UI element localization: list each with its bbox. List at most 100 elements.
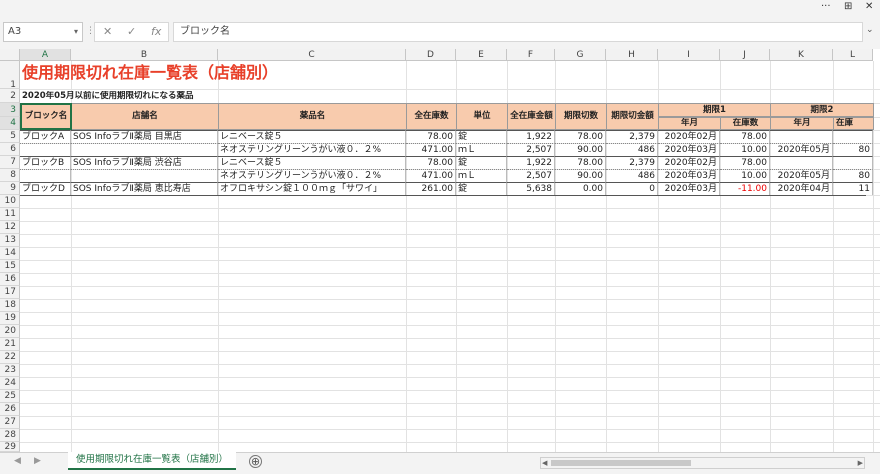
cell-store[interactable]: SOS InfoラブⅡ薬局 渋谷店 [71, 156, 218, 169]
cell-exp-qty[interactable]: 78.00 [555, 130, 606, 143]
cell-drug[interactable]: レニベース錠５ [218, 156, 406, 169]
cell-drug[interactable]: ネオステリングリーンうがい液０．２% [218, 143, 406, 156]
cell-amount[interactable]: 2,507 [507, 143, 555, 156]
cell-amount[interactable]: 1,922 [507, 156, 555, 169]
restore-window-button[interactable]: ⊞ [844, 0, 852, 14]
row-header-20[interactable]: 20 [0, 325, 20, 338]
row-header-7[interactable]: 7 [0, 156, 20, 169]
row-header-3[interactable]: 3 [0, 103, 20, 117]
cell-total[interactable]: 261.00 [406, 182, 456, 195]
cell-store[interactable]: SOS InfoラブⅡ薬局 目黒店 [71, 130, 218, 143]
cell-p2-stock[interactable]: 80 [833, 169, 873, 182]
column-header-j[interactable]: J [720, 49, 770, 61]
row-header-23[interactable]: 23 [0, 364, 20, 377]
add-sheet-icon[interactable]: ⊕ [249, 455, 262, 468]
row-header-11[interactable]: 11 [0, 208, 20, 221]
formula-input[interactable]: ブロック名 [173, 22, 863, 42]
row-header-2[interactable]: 2 [0, 89, 20, 103]
horizontal-scrollbar[interactable]: ◀ ▶ [540, 457, 865, 469]
row-header-12[interactable]: 12 [0, 221, 20, 234]
cell-unit[interactable]: ｍＬ [456, 143, 507, 156]
cell-amount[interactable]: 5,638 [507, 182, 555, 195]
cell-total[interactable]: 78.00 [406, 156, 456, 169]
column-header-g[interactable]: G [555, 49, 606, 61]
column-header-c[interactable]: C [218, 49, 406, 61]
cancel-edit-icon[interactable]: ✕ [103, 23, 112, 41]
cell-p2-stock[interactable] [833, 156, 873, 169]
row-header-24[interactable]: 24 [0, 377, 20, 390]
cell-exp-amt[interactable]: 486 [606, 143, 658, 156]
scrollbar-thumb[interactable] [551, 460, 691, 466]
scroll-left-arrow-icon[interactable]: ◀ [542, 458, 547, 468]
cell-exp-amt[interactable]: 486 [606, 169, 658, 182]
row-header-21[interactable]: 21 [0, 338, 20, 351]
row-header-28[interactable]: 28 [0, 429, 20, 442]
cell-p1-stock[interactable]: 10.00 [720, 143, 770, 156]
cell-p1-stock[interactable]: -11.00 [720, 182, 770, 195]
row-header-9[interactable]: 9 [0, 182, 20, 195]
cell-p2-ym[interactable]: 2020年04月 [770, 182, 833, 195]
row-header-27[interactable]: 27 [0, 416, 20, 429]
row-header-16[interactable]: 16 [0, 273, 20, 286]
cell-p1-ym[interactable]: 2020年03月 [658, 182, 720, 195]
cell-exp-qty[interactable]: 0.00 [555, 182, 606, 195]
sheet-tab-active[interactable]: 使用期限切れ在庫一覧表（店舗別） [68, 452, 237, 470]
column-header-k[interactable]: K [770, 49, 833, 61]
cell-unit[interactable]: 錠 [456, 156, 507, 169]
column-header-e[interactable]: E [456, 49, 507, 61]
cell-p2-ym[interactable] [770, 156, 833, 169]
row-header-19[interactable]: 19 [0, 312, 20, 325]
cell-store[interactable] [71, 169, 218, 182]
cell-p1-stock[interactable]: 78.00 [720, 156, 770, 169]
cell-p2-ym[interactable] [770, 130, 833, 143]
row-header-29[interactable]: 29 [0, 442, 20, 452]
column-header-f[interactable]: F [507, 49, 555, 61]
row-header-22[interactable]: 22 [0, 351, 20, 364]
cell-exp-qty[interactable]: 78.00 [555, 156, 606, 169]
row-header-8[interactable]: 8 [0, 169, 20, 182]
cell-amount[interactable]: 1,922 [507, 130, 555, 143]
cell-exp-amt[interactable]: 0 [606, 182, 658, 195]
row-header-5[interactable]: 5 [0, 130, 20, 143]
cell-drug[interactable]: オフロキサシン錠１００ｍｇ「サワイ」 [218, 182, 406, 195]
cell-p2-ym[interactable]: 2020年05月 [770, 143, 833, 156]
row-header-1[interactable]: 1 [0, 61, 20, 90]
cell-block[interactable]: ブロックA [20, 130, 71, 143]
chevron-down-icon[interactable]: ▾ [74, 23, 78, 41]
cell-exp-amt[interactable]: 2,379 [606, 130, 658, 143]
cell-p1-stock[interactable]: 78.00 [720, 130, 770, 143]
column-header-a[interactable]: A [20, 49, 71, 61]
column-header-i[interactable]: I [658, 49, 720, 61]
select-all-corner[interactable] [0, 49, 20, 61]
cell-p1-ym[interactable]: 2020年02月 [658, 130, 720, 143]
confirm-edit-icon[interactable]: ✓ [127, 23, 136, 41]
cell-p1-ym[interactable]: 2020年03月 [658, 143, 720, 156]
row-header-18[interactable]: 18 [0, 299, 20, 312]
cell-exp-qty[interactable]: 90.00 [555, 143, 606, 156]
cell-p1-ym[interactable]: 2020年02月 [658, 156, 720, 169]
scroll-right-arrow-icon[interactable]: ▶ [858, 458, 863, 468]
row-header-4[interactable]: 4 [0, 117, 20, 130]
row-header-15[interactable]: 15 [0, 260, 20, 273]
cell-p2-stock[interactable] [833, 130, 873, 143]
column-header-h[interactable]: H [606, 49, 658, 61]
cell-drug[interactable]: レニベース錠５ [218, 130, 406, 143]
cell-unit[interactable]: ｍＬ [456, 169, 507, 182]
tab-scroll-right-icon[interactable]: ▶ [34, 456, 41, 466]
cell-amount[interactable]: 2,507 [507, 169, 555, 182]
cell-exp-amt[interactable]: 2,379 [606, 156, 658, 169]
tab-scroll-left-icon[interactable]: ◀ [14, 456, 21, 466]
row-header-17[interactable]: 17 [0, 286, 20, 299]
column-header-l[interactable]: L [833, 49, 873, 61]
row-header-10[interactable]: 10 [0, 195, 20, 208]
row-header-26[interactable]: 26 [0, 403, 20, 416]
cell-total[interactable]: 471.00 [406, 169, 456, 182]
more-options-button[interactable]: ··· [821, 0, 831, 14]
cell-drug[interactable]: ネオステリングリーンうがい液０．２% [218, 169, 406, 182]
cell-total[interactable]: 471.00 [406, 143, 456, 156]
expand-formula-bar-icon[interactable]: ⌄ [866, 25, 874, 35]
close-window-button[interactable]: ✕ [865, 0, 873, 14]
cell-total[interactable]: 78.00 [406, 130, 456, 143]
cell-exp-qty[interactable]: 90.00 [555, 169, 606, 182]
cell-store[interactable]: SOS InfoラブⅡ薬局 恵比寿店 [71, 182, 218, 195]
